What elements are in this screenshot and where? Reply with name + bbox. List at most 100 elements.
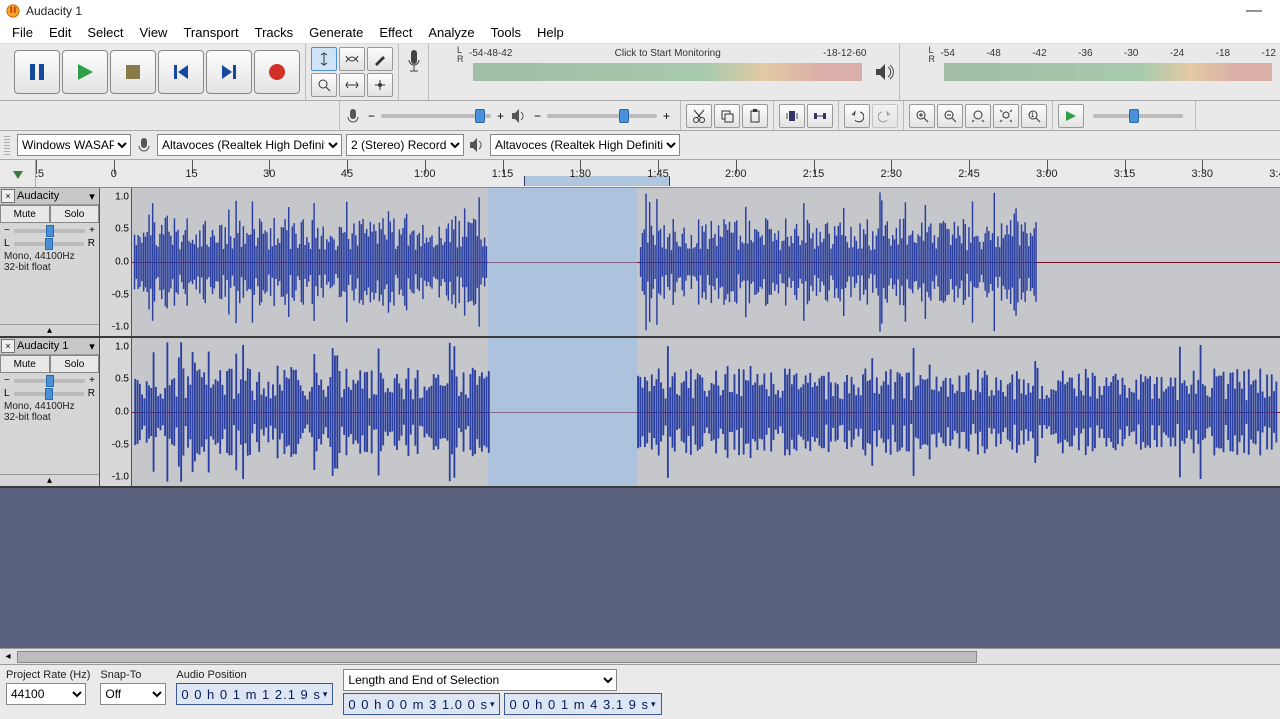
zoom-tool[interactable] [311, 73, 337, 97]
track-close-button[interactable]: × [1, 189, 15, 203]
paste-button[interactable] [742, 104, 768, 128]
menu-analyze[interactable]: Analyze [420, 23, 482, 42]
track-pan-slider[interactable]: LR [0, 388, 99, 399]
audio-host-select[interactable]: Windows WASAPI [17, 134, 131, 156]
recording-device-select[interactable]: Altavoces (Realtek High Definition [157, 134, 342, 156]
rec-tick: -42 [498, 48, 512, 59]
track-mute-button[interactable]: Mute [0, 355, 50, 373]
audio-position-label: Audio Position [176, 669, 333, 681]
zoom-toggle-button[interactable]: 1 [1021, 104, 1047, 128]
play-tick: -30 [1124, 48, 1138, 59]
minimize-button[interactable]: — [1234, 2, 1274, 20]
silence-button[interactable] [807, 104, 833, 128]
fit-project-button[interactable] [993, 104, 1019, 128]
pause-button[interactable] [14, 50, 60, 94]
menubar: File Edit Select View Transport Tracks G… [0, 22, 1280, 44]
undo-button[interactable] [844, 104, 870, 128]
envelope-tool[interactable] [339, 47, 365, 71]
track-close-button[interactable]: × [1, 339, 15, 353]
track-collapse-button[interactable]: ▴ [0, 324, 99, 336]
trim-button[interactable] [779, 104, 805, 128]
audio-position-field[interactable]: 0 0 h 0 1 m 1 2.1 9 s▾ [176, 683, 333, 705]
skip-start-button[interactable] [158, 50, 204, 94]
track-format-info: Mono, 44100Hz32-bit float [0, 249, 99, 275]
timeline-pin-button[interactable] [0, 160, 36, 187]
rec-tick: -18 [823, 48, 837, 59]
menu-help[interactable]: Help [529, 23, 572, 42]
play-speed-slider[interactable] [1085, 114, 1191, 118]
track-collapse-button[interactable]: ▴ [0, 474, 99, 486]
project-rate-select[interactable]: 44100 [6, 683, 86, 705]
playback-volume-slider[interactable]: − + [528, 109, 676, 123]
timeline[interactable]: -1501530451:001:151:301:452:002:152:302:… [0, 160, 1280, 188]
track-name[interactable]: Audacity 1 [17, 340, 86, 352]
track-format-info: Mono, 44100Hz32-bit float [0, 399, 99, 425]
horizontal-scrollbar[interactable]: ◂ [0, 648, 1280, 664]
track-pan-slider[interactable]: LR [0, 238, 99, 249]
cut-button[interactable] [686, 104, 712, 128]
menu-file[interactable]: File [4, 23, 41, 42]
track-gain-slider[interactable]: −+ [0, 375, 99, 386]
recording-volume-slider[interactable]: − + [362, 109, 510, 123]
waveform-area-1[interactable] [132, 188, 1280, 336]
speaker-small-icon [510, 107, 528, 125]
toolbar-row-2: − + − + 1 [0, 101, 1280, 131]
draw-tool[interactable] [367, 47, 393, 71]
play-tick: -54 [940, 48, 954, 59]
multi-tool[interactable] [367, 73, 393, 97]
selection-end-field[interactable]: 0 0 h 0 1 m 4 3.1 9 s▾ [504, 693, 661, 715]
selection-start-field[interactable]: 0 0 h 0 0 m 3 1.0 0 s▾ [343, 693, 500, 715]
scrollbar-thumb[interactable] [17, 651, 977, 663]
playback-meter[interactable]: LR -54 -48 -42 -36 -30 -24 -18 -12 [900, 44, 1280, 100]
stop-button[interactable] [110, 50, 156, 94]
menu-transport[interactable]: Transport [175, 23, 246, 42]
menu-effect[interactable]: Effect [371, 23, 420, 42]
track-menu-dropdown[interactable]: ▾ [86, 190, 98, 203]
play-button[interactable] [62, 50, 108, 94]
copy-button[interactable] [714, 104, 740, 128]
track-mute-button[interactable]: Mute [0, 205, 50, 223]
playback-device-select[interactable]: Altavoces (Realtek High Definitio [490, 134, 680, 156]
zoom-in-button[interactable] [909, 104, 935, 128]
speaker-icon[interactable] [874, 61, 895, 83]
timeshift-tool[interactable] [339, 73, 365, 97]
microphone-icon[interactable] [404, 46, 424, 86]
menu-tools[interactable]: Tools [483, 23, 529, 42]
recording-channels-select[interactable]: 2 (Stereo) Recording [346, 134, 464, 156]
waveform-area-2[interactable] [132, 338, 1280, 486]
window-title: Audacity 1 [26, 4, 82, 18]
track-panel-2[interactable]: × Audacity 1 ▾ Mute Solo −+ LR Mono, 441… [0, 338, 100, 486]
menu-generate[interactable]: Generate [301, 23, 371, 42]
track-solo-button[interactable]: Solo [50, 355, 100, 373]
scroll-left-button[interactable]: ◂ [0, 651, 16, 662]
play-at-speed-button[interactable] [1058, 104, 1084, 128]
recording-meter[interactable]: LR -54 -48 -42 Click to Start Monitoring… [429, 44, 870, 100]
vertical-scale[interactable]: 1.0 0.5 0.0 -0.5 -1.0 [100, 338, 132, 486]
redo-button[interactable] [872, 104, 898, 128]
rec-tick: 0 [861, 48, 867, 59]
fit-selection-button[interactable] [965, 104, 991, 128]
record-button[interactable] [254, 50, 300, 94]
track-name[interactable]: Audacity [17, 190, 86, 202]
project-rate-label: Project Rate (Hz) [6, 669, 90, 681]
menu-tracks[interactable]: Tracks [247, 23, 302, 42]
vertical-scale[interactable]: 1.0 0.5 0.0 -0.5 -1.0 [100, 188, 132, 336]
menu-edit[interactable]: Edit [41, 23, 79, 42]
menu-view[interactable]: View [132, 23, 176, 42]
track-menu-dropdown[interactable]: ▾ [86, 340, 98, 353]
tracks-area: × Audacity ▾ Mute Solo −+ LR Mono, 44100… [0, 188, 1280, 648]
selection-tool[interactable] [311, 47, 337, 71]
play-tick: -36 [1078, 48, 1092, 59]
rec-meter-prompt: Click to Start Monitoring [512, 48, 823, 59]
toolbar-row-1: LR -54 -48 -42 Click to Start Monitoring… [0, 44, 1280, 101]
skip-end-button[interactable] [206, 50, 252, 94]
menu-select[interactable]: Select [79, 23, 131, 42]
play-tick: -48 [986, 48, 1000, 59]
track-solo-button[interactable]: Solo [50, 205, 100, 223]
track-gain-slider[interactable]: −+ [0, 225, 99, 236]
snap-to-select[interactable]: Off [100, 683, 166, 705]
rec-tick: -48 [483, 48, 497, 59]
track-panel-1[interactable]: × Audacity ▾ Mute Solo −+ LR Mono, 44100… [0, 188, 100, 336]
zoom-out-button[interactable] [937, 104, 963, 128]
selection-mode-select[interactable]: Length and End of Selection [343, 669, 617, 691]
